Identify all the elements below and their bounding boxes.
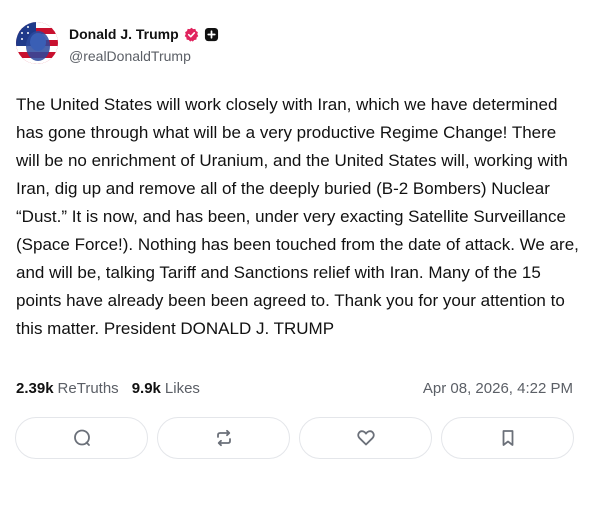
like-button[interactable] (299, 417, 432, 459)
post-timestamp[interactable]: Apr 08, 2026, 4:22 PM (423, 380, 573, 397)
author-name-row: Donald J. Trump (69, 25, 219, 43)
retruths-count[interactable]: 2.39k (16, 380, 54, 397)
author-handle[interactable]: @realDonaldTrump (69, 48, 191, 64)
post-text: The United States will work closely with… (16, 95, 584, 338)
action-bar (15, 417, 574, 459)
retruth-icon (214, 428, 234, 448)
reply-icon (72, 428, 92, 448)
bookmark-icon (498, 428, 518, 448)
likes-count[interactable]: 9.9k (132, 380, 161, 397)
reply-button[interactable] (15, 417, 148, 459)
author-display-name[interactable]: Donald J. Trump (69, 26, 179, 42)
heart-icon (356, 428, 376, 448)
retruth-button[interactable] (157, 417, 290, 459)
author-avatar[interactable] (16, 22, 58, 64)
post-stats: 2.39k ReTruths 9.9k Likes (16, 380, 200, 397)
verified-badge-icon (184, 27, 199, 42)
bookmark-button[interactable] (441, 417, 574, 459)
retruths-label[interactable]: ReTruths (58, 380, 119, 397)
post-card: Donald J. Trump @realDonaldTrump The Uni… (0, 0, 591, 510)
plus-badge-icon (204, 27, 219, 42)
likes-label[interactable]: Likes (165, 380, 200, 397)
